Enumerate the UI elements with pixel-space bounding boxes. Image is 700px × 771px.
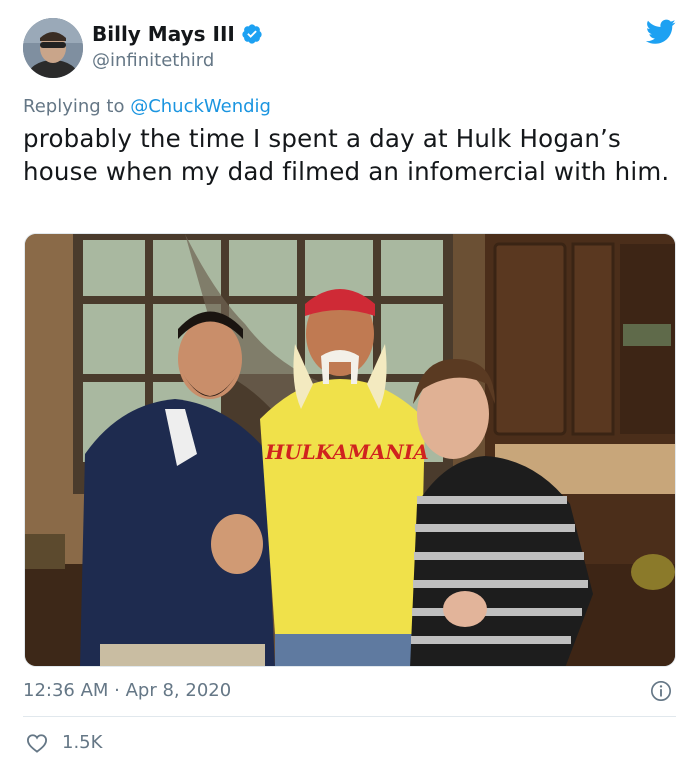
verified-badge-icon [242, 24, 262, 44]
author-name-row: Billy Mays III [92, 22, 263, 46]
author-handle[interactable]: @infinitethird [92, 50, 214, 71]
replying-to: Replying to @ChuckWendig [23, 96, 271, 117]
replying-prefix: Replying to [23, 96, 131, 117]
shirt-text: HULKAMANIA [264, 440, 428, 464]
display-name[interactable]: Billy Mays III [92, 22, 235, 46]
tweet-text: probably the time I spent a day at Hulk … [23, 124, 670, 186]
twitter-bird-icon[interactable] [646, 19, 676, 45]
tweet-timestamp[interactable]: 12:36 AM · Apr 8, 2020 [23, 680, 231, 701]
heart-icon[interactable] [26, 733, 48, 753]
reply-mention-link[interactable]: @ChuckWendig [130, 96, 271, 117]
divider [23, 716, 676, 717]
info-icon[interactable] [650, 680, 672, 702]
tweet-photo[interactable]: HULKAMANIA [24, 233, 676, 667]
avatar[interactable] [23, 18, 83, 78]
tweet-card: Billy Mays III @infinitethird Replying t… [0, 0, 700, 771]
like-count: 1.5K [62, 732, 103, 753]
like-action[interactable]: 1.5K [26, 732, 102, 753]
